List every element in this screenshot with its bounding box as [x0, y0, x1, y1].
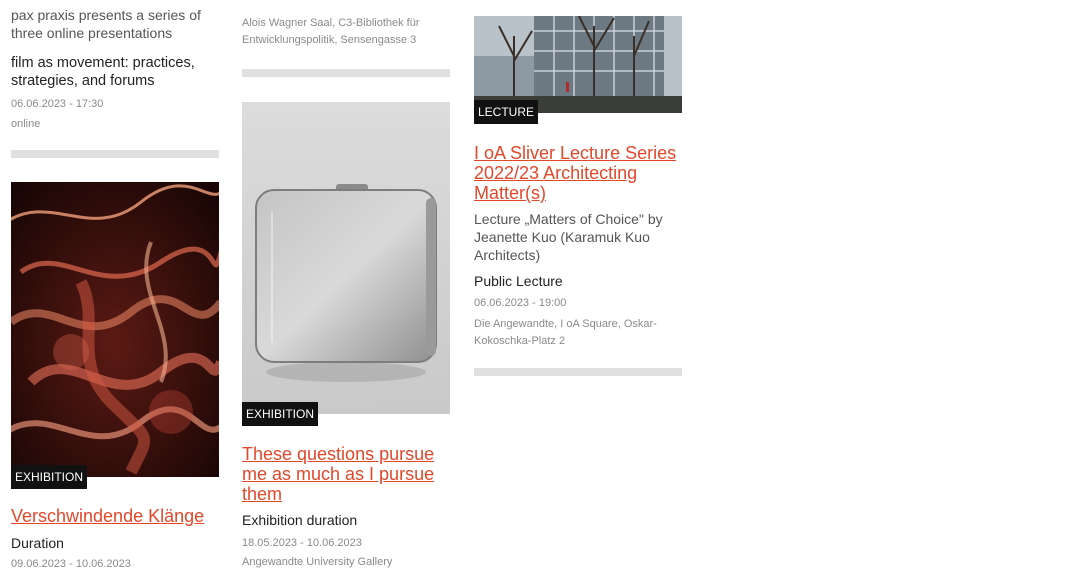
event-description: pax praxis presents a series of three on…: [11, 7, 201, 41]
event-date: 06.06.2023 - 17:30: [11, 98, 104, 110]
event-image[interactable]: [242, 102, 450, 414]
event-location: Die Angewandte, I oA Square, Oskar-Kokos…: [474, 318, 657, 347]
event-type: film as movement: practices, strategies,…: [11, 55, 195, 89]
event-type: Duration: [11, 535, 64, 551]
divider: [474, 368, 682, 376]
event-location: Alois Wagner Saal, C3-Bibliothek für Ent…: [242, 17, 420, 46]
divider: [242, 69, 450, 77]
category-badge: EXHIBITION: [11, 465, 88, 489]
event-title-link[interactable]: Verschwindende Klänge: [11, 506, 219, 526]
abstract-artwork-image: [11, 182, 219, 477]
category-badge: LECTURE: [474, 100, 539, 124]
building-photo-image: [474, 16, 682, 113]
suitcase-image: [242, 102, 450, 414]
event-description: Lecture „Matters of Choice" by Jeanette …: [474, 211, 663, 263]
event-date: 18.05.2023 - 10.06.2023: [242, 537, 362, 549]
category-badge: EXHIBITION: [242, 402, 319, 426]
event-location: online: [11, 118, 41, 130]
event-type: Public Lecture: [474, 273, 563, 289]
event-location: Angewandte University Gallery: [242, 556, 393, 568]
event-date: 06.06.2023 - 19:00: [474, 297, 567, 309]
divider: [11, 150, 219, 158]
event-title-link[interactable]: I oA Sliver Lecture Series 2022/23 Archi…: [474, 143, 682, 203]
event-image[interactable]: [474, 16, 682, 113]
event-type: Exhibition duration: [242, 512, 358, 528]
event-image[interactable]: [11, 182, 219, 477]
event-date: 09.06.2023 - 10.06.2023: [11, 558, 131, 570]
event-title-link[interactable]: These questions pursue me as much as I p…: [242, 444, 450, 504]
